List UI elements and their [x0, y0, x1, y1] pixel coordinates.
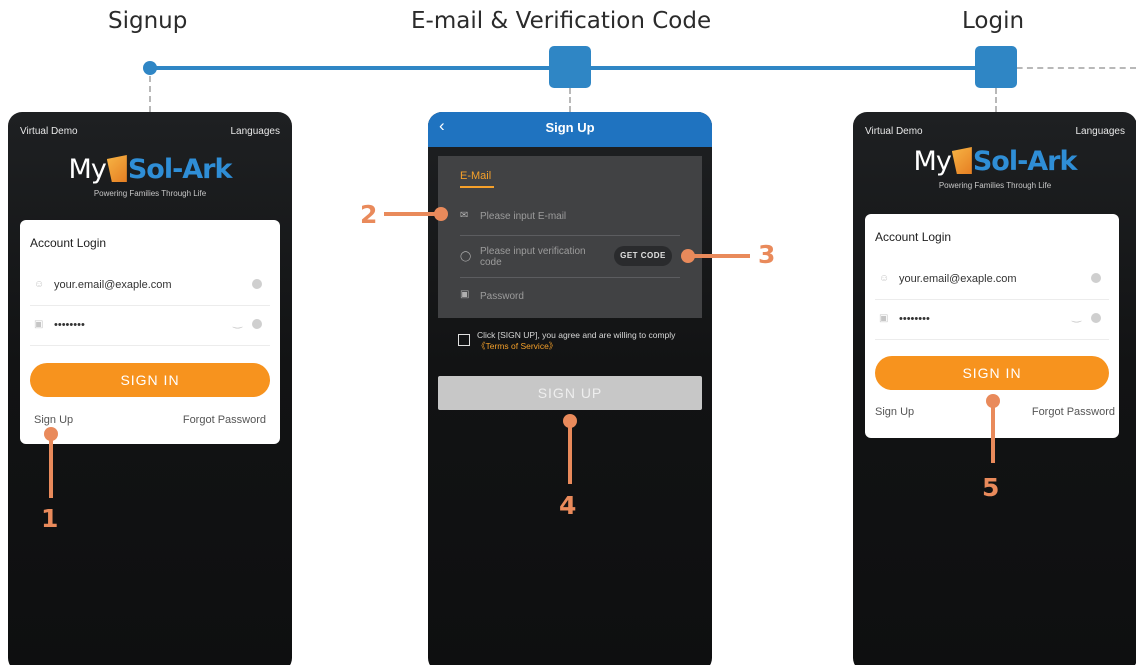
step-title-login: Login	[962, 8, 1025, 34]
email-value: your.email@exaple.com	[899, 273, 1017, 285]
login-card: Account Login ☺ your.email@exaple.com ▣ …	[20, 220, 280, 444]
sign-up-link[interactable]: Sign Up	[34, 414, 73, 426]
flow-connector-verification	[569, 88, 571, 112]
email-field[interactable]: ☺ your.email@exaple.com	[30, 266, 270, 306]
logo-mark-icon	[951, 147, 972, 174]
logo-tagline: Powering Families Through Life	[938, 181, 1052, 190]
logo-tagline: Powering Families Through Life	[93, 189, 207, 198]
app-logo: My Sol-Ark Powering Families Through Life	[853, 146, 1136, 190]
card-title: Account Login	[875, 230, 952, 244]
status-bar: Virtual Demo Languages	[865, 126, 1125, 140]
agreement-text: Click [SIGN UP], you agree and are willi…	[477, 330, 675, 352]
forgot-password-link[interactable]: Forgot Password	[183, 414, 266, 426]
password-placeholder: Password	[480, 291, 524, 302]
clear-icon[interactable]	[252, 279, 262, 289]
languages-link[interactable]: Languages	[1076, 126, 1126, 137]
logo-text-right: Sol-Ark	[127, 154, 233, 185]
user-icon: ☺	[879, 273, 890, 284]
email-value: your.email@exaple.com	[54, 279, 172, 291]
agreement-label: Click [SIGN UP], you agree and are willi…	[477, 330, 676, 340]
tab-email-underline	[460, 186, 494, 188]
status-bar: Virtual Demo Languages	[20, 126, 280, 140]
flow-node-verification	[549, 46, 591, 88]
password-field[interactable]: ▣ •••••••• ‿	[875, 300, 1109, 340]
phone-screen-login-step: Virtual Demo Languages My Sol-Ark Powerin…	[853, 112, 1136, 665]
email-input[interactable]: ✉ Please input E-mail	[460, 200, 680, 236]
password-value: ••••••••	[899, 313, 930, 325]
sign-in-button[interactable]: SIGN IN	[875, 356, 1109, 390]
signup-title: Sign Up	[545, 120, 595, 135]
app-logo: My Sol-Ark Powering Families Through Life	[8, 154, 292, 198]
password-field[interactable]: ▣ •••••••• ‿	[30, 306, 270, 346]
virtual-demo-link[interactable]: Virtual Demo	[20, 126, 78, 137]
annotation-3-line	[690, 254, 750, 258]
logo-text-left: My	[913, 146, 952, 177]
annotation-1-number: 1	[41, 504, 59, 533]
annotation-3-number: 3	[758, 240, 776, 269]
languages-link[interactable]: Languages	[231, 126, 281, 137]
flow-node-login	[975, 46, 1017, 88]
annotation-2-number: 2	[360, 200, 378, 229]
logo-text-left: My	[68, 154, 107, 185]
mail-icon: ✉	[460, 210, 469, 221]
signup-header: ‹ Sign Up	[428, 112, 712, 147]
lock-icon: ▣	[34, 319, 44, 330]
annotation-4-number: 4	[559, 491, 577, 520]
flow-connector-signup	[149, 76, 151, 112]
password-value: ••••••••	[54, 319, 85, 331]
sign-up-button[interactable]: SIGN UP	[438, 376, 702, 410]
step-title-verification: E-mail & Verification Code	[411, 8, 712, 34]
forgot-password-link[interactable]: Forgot Password	[1032, 406, 1115, 418]
logo-text-right: Sol-Ark	[972, 146, 1078, 177]
lock-icon: ▣	[879, 313, 889, 324]
annotation-2-dot	[434, 207, 448, 221]
flow-line-continuation	[996, 67, 1136, 69]
phone-screen-verification-step: ‹ Sign Up E-Mail ✉ Please input E-mail ◯…	[428, 112, 712, 665]
terms-checkbox[interactable]	[458, 334, 470, 346]
clear-icon[interactable]	[1091, 313, 1101, 323]
flow-start-dot	[143, 61, 157, 75]
sign-up-link[interactable]: Sign Up	[875, 406, 914, 418]
eye-closed-icon[interactable]: ‿	[233, 316, 242, 329]
clear-icon[interactable]	[1091, 273, 1101, 283]
get-code-button[interactable]: GET CODE	[614, 246, 672, 266]
verification-code-input[interactable]: ◯ Please input verification code GET COD…	[460, 236, 680, 278]
user-icon: ☺	[34, 279, 45, 290]
annotation-2-line	[384, 212, 438, 216]
terms-of-service-link[interactable]: 《Terms of Service》	[477, 341, 675, 352]
tab-email[interactable]: E-Mail	[460, 170, 491, 182]
card-title: Account Login	[30, 236, 107, 250]
annotation-5-line	[991, 403, 995, 463]
sign-in-button[interactable]: SIGN IN	[30, 363, 270, 397]
code-placeholder: Please input verification code	[480, 246, 586, 268]
clear-icon[interactable]	[252, 319, 262, 329]
step-title-signup: Signup	[108, 8, 188, 34]
email-placeholder: Please input E-mail	[480, 211, 567, 222]
signup-form: E-Mail ✉ Please input E-mail ◯ Please in…	[438, 156, 702, 318]
virtual-demo-link[interactable]: Virtual Demo	[865, 126, 923, 137]
email-field[interactable]: ☺ your.email@exaple.com	[875, 260, 1109, 300]
logo-mark-icon	[106, 155, 127, 182]
lock-icon: ▣	[460, 289, 470, 300]
eye-closed-icon[interactable]: ‿	[1072, 310, 1081, 323]
flow-connector-login	[995, 88, 997, 112]
annotation-5-number: 5	[982, 473, 1000, 502]
annotation-4-line	[568, 424, 572, 484]
shield-icon: ◯	[460, 251, 472, 262]
phone-screen-signup-step: Virtual Demo Languages My Sol-Ark Powerin…	[8, 112, 292, 665]
annotation-1-line	[49, 436, 53, 498]
password-input[interactable]: ▣ Password	[460, 278, 680, 314]
